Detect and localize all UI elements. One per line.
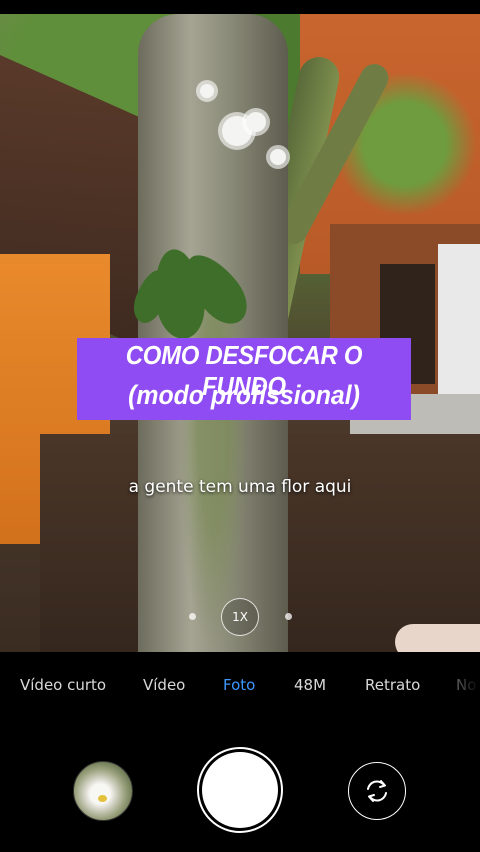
camera-switch-icon [367, 780, 387, 802]
mode-short-video[interactable]: Vídeo curto [20, 676, 106, 694]
title-overlay: COMO DESFOCAR O FUNDO (modo profissional… [77, 338, 411, 420]
camera-screen: COMO DESFOCAR O FUNDO (modo profissional… [0, 0, 480, 852]
mode-48m[interactable]: 48M [294, 676, 326, 694]
scene-finger [395, 624, 480, 652]
mode-photo[interactable]: Foto [223, 676, 255, 694]
viewfinder[interactable] [0, 14, 480, 652]
title-line-2: (modo profissional) [128, 380, 360, 410]
mode-strip-fade [446, 652, 480, 716]
scene-orchid-bud [200, 84, 214, 98]
scene-white-wall [438, 244, 480, 394]
zoom-dot-left[interactable] [189, 613, 196, 620]
caption-subtitle: a gente tem uma flor aqui [128, 477, 352, 497]
camera-switch-button[interactable] [348, 762, 406, 820]
flower-thumbnail-icon [98, 795, 107, 802]
zoom-dot-right[interactable] [285, 613, 292, 620]
scene-orchid-flower [246, 112, 266, 132]
mode-strip: Vídeo curto Vídeo Foto 48M Retrato No [0, 652, 480, 716]
mode-portrait[interactable]: Retrato [365, 676, 420, 694]
zoom-button[interactable]: 1X [221, 598, 259, 636]
mode-video[interactable]: Vídeo [143, 676, 185, 694]
zoom-label: 1X [232, 610, 248, 624]
scene-tree-trunk [138, 14, 288, 652]
shutter-button[interactable] [202, 752, 278, 828]
gallery-thumbnail[interactable] [73, 761, 133, 821]
scene-orchid-bud [270, 149, 286, 165]
